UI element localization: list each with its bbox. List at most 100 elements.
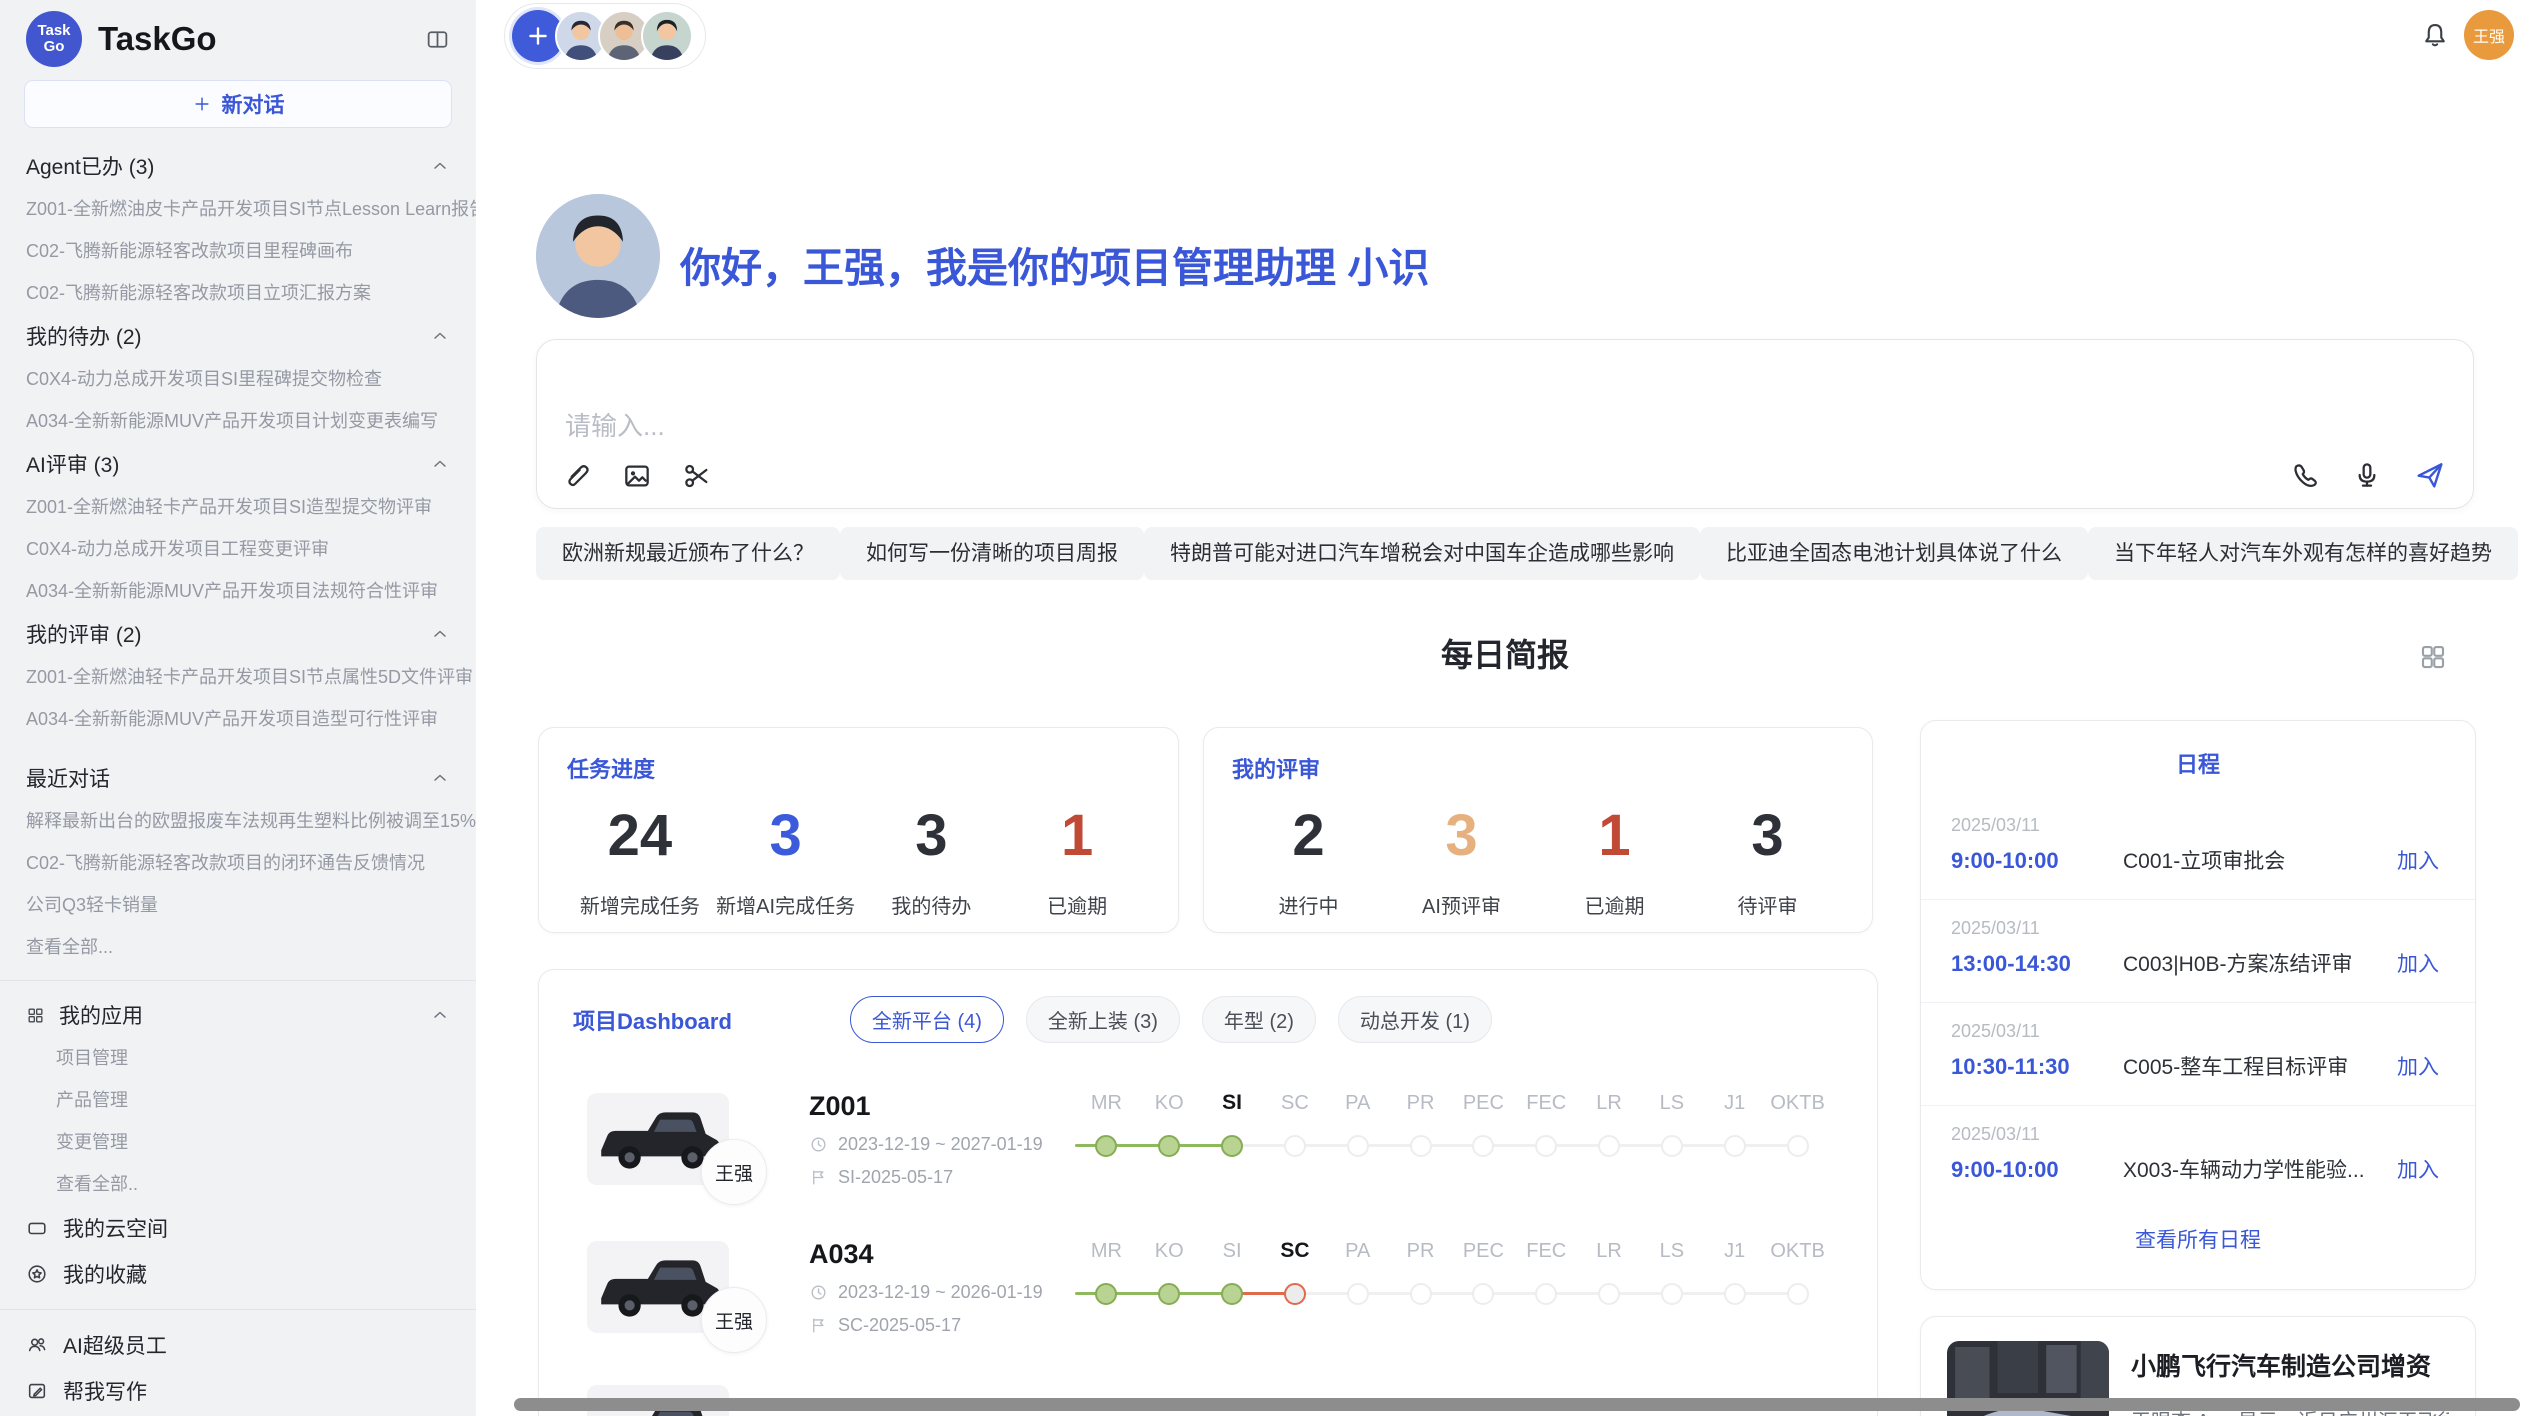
event-join-link[interactable]: 加入 (2397, 845, 2439, 875)
sidebar-item[interactable]: C0X4-动力总成开发项目SI里程碑提交物检查 (0, 358, 476, 400)
stat-value: 24 (567, 804, 713, 868)
view-all-schedule-link[interactable]: 查看所有日程 (1921, 1224, 2475, 1254)
sidebar-item[interactable]: Z001-全新燃油轻卡产品开发项目SI节点属性5D文件评审 (0, 656, 476, 698)
send-icon[interactable] (2413, 458, 2447, 492)
milestone-label: FEC (1515, 1235, 1578, 1267)
sidebar-link[interactable]: 我的云空间 (0, 1205, 476, 1251)
sidebar-item[interactable]: 解释最新出台的欧盟报废车法规再生塑料比例被调至15%... (0, 800, 476, 842)
sidebar-item[interactable]: Z001-全新燃油轻卡产品开发项目SI造型提交物评审 (0, 486, 476, 528)
divider (0, 980, 476, 981)
new-chat-button[interactable]: 新对话 (24, 80, 452, 128)
stat-label: 进行中 (1232, 890, 1385, 919)
sidebar-section-header[interactable]: 我的待办 (2) (0, 314, 476, 358)
sidebar-item[interactable]: 查看全部... (0, 926, 476, 968)
stat: 3 AI预评审 (1385, 804, 1538, 919)
cloud-icon (26, 1217, 48, 1239)
sidebar-item[interactable]: C02-飞腾新能源轻客改款项目的闭环通告反馈情况 (0, 842, 476, 884)
sidebar-section-header[interactable]: 我的评审 (2) (0, 612, 476, 656)
project-rows: 王强 Z001 2023-12-19 ~ 2027-01-19 SI-2025-… (539, 1087, 1877, 1416)
notifications-bell-icon[interactable] (2420, 20, 2450, 50)
sidebar-item[interactable]: 项目管理 (0, 1037, 476, 1079)
suggestion-chip[interactable]: 如何写一份清晰的项目周报 (840, 527, 1144, 580)
event-time: 10:30-11:30 (1951, 1054, 2123, 1080)
milestone-node (1221, 1135, 1243, 1157)
sidebar-item[interactable]: 产品管理 (0, 1079, 476, 1121)
section-title: AI评审 (3) (26, 449, 119, 479)
sidebar-item[interactable]: C02-飞腾新能源轻客改款项目立项汇报方案 (0, 272, 476, 314)
milestone-node (1472, 1135, 1494, 1157)
chevron-up-icon[interactable] (430, 768, 450, 788)
dashboard-tab[interactable]: 全新上装 (3) (1026, 996, 1180, 1043)
suggestion-chip[interactable]: 当下年轻人对汽车外观有怎样的喜好趋势 (2088, 527, 2518, 580)
project-milestone-date: SI-2025-05-17 (838, 1167, 953, 1188)
paperclip-icon[interactable] (561, 460, 593, 492)
stat-card-title: 我的评审 (1232, 752, 1844, 784)
sidebar-section-header[interactable]: 最近对话 (0, 756, 476, 800)
scissors-icon[interactable] (681, 460, 713, 492)
chevron-up-icon[interactable] (430, 624, 450, 644)
chevron-up-icon[interactable] (430, 326, 450, 346)
divider (0, 1309, 476, 1310)
project-info: A034 2023-12-19 ~ 2026-01-19 SC-2025-05-… (809, 1239, 1061, 1336)
sidebar-link[interactable]: AI超级员工 (0, 1322, 476, 1368)
sidebar-section: 我的评审 (2) Z001-全新燃油轻卡产品开发项目SI节点属性5D文件评审 A… (0, 612, 476, 740)
project-info: Z001 2023-12-19 ~ 2027-01-19 SI-2025-05-… (809, 1091, 1061, 1188)
chevron-up-icon[interactable] (430, 1005, 450, 1025)
horizontal-scrollbar[interactable] (514, 1398, 2520, 1411)
user-avatar[interactable]: 王强 (2464, 10, 2514, 60)
suggestion-chip[interactable]: 欧洲新规最近颁布了什么？ (536, 527, 840, 580)
sidebar-item[interactable]: 变更管理 (0, 1121, 476, 1163)
event-join-link[interactable]: 加入 (2397, 1051, 2439, 1081)
sidebar-section-header[interactable]: 我的应用 (0, 993, 476, 1037)
sidebar-item[interactable]: 查看全部.. (0, 1163, 476, 1205)
sidebar-link[interactable]: 帮我写作 (0, 1368, 476, 1414)
sidebar-item[interactable]: Z001-全新燃油皮卡产品开发项目SI节点Lesson Learn报告 (0, 188, 476, 230)
event-join-link[interactable]: 加入 (2397, 1154, 2439, 1184)
message-composer[interactable]: 请输入... (536, 339, 2474, 509)
sidebar-item[interactable]: A034-全新新能源MUV产品开发项目法规符合性评审 (0, 570, 476, 612)
stat-value: 3 (713, 804, 859, 868)
sidebar-section-header[interactable]: Agent已办 (3) (0, 144, 476, 188)
image-icon[interactable] (621, 460, 653, 492)
sidebar-item[interactable]: A034-全新新能源MUV产品开发项目计划变更表编写 (0, 400, 476, 442)
chevron-up-icon[interactable] (430, 454, 450, 474)
sidebar-item[interactable]: C0X4-动力总成开发项目工程变更评审 (0, 528, 476, 570)
sidebar-item[interactable]: C02-飞腾新能源轻客改款项目里程碑画布 (0, 230, 476, 272)
dashboard-tab[interactable]: 动总开发 (1) (1338, 996, 1492, 1043)
sidebar-link-label: 我的收藏 (63, 1259, 147, 1289)
section-title: 我的应用 (59, 1000, 143, 1030)
milestone: FEC (1515, 1087, 1578, 1191)
sidebar-link[interactable]: 我的收藏 (0, 1251, 476, 1297)
composer-placeholder: 请输入... (565, 406, 665, 443)
sidebar-item[interactable]: 公司Q3轻卡销量 (0, 884, 476, 926)
layout-grid-icon[interactable] (2418, 642, 2448, 672)
stat-value: 1 (1538, 804, 1691, 868)
project-owner-badge: 王强 (701, 1139, 767, 1205)
stat-label: 已逾期 (1004, 890, 1150, 919)
collapse-sidebar-icon[interactable] (425, 27, 450, 52)
project-row[interactable]: 王强 Z001 2023-12-19 ~ 2027-01-19 SI-2025-… (539, 1087, 1877, 1191)
agent-avatar[interactable] (641, 10, 693, 62)
milestone-label: LS (1640, 1235, 1703, 1267)
chevron-up-icon[interactable] (430, 156, 450, 176)
suggestion-chip[interactable]: 特朗普可能对进口汽车增税会对中国车企造成哪些影响 (1144, 527, 1700, 580)
phone-icon[interactable] (2289, 459, 2321, 491)
microphone-icon[interactable] (2351, 459, 2383, 491)
dashboard-tab[interactable]: 全新平台 (4) (850, 996, 1004, 1043)
project-row[interactable]: 王强 A034 2023-12-19 ~ 2026-01-19 SC-2025-… (539, 1235, 1877, 1339)
event-date: 2025/03/11 (1951, 1124, 2439, 1145)
event-join-link[interactable]: 加入 (2397, 948, 2439, 978)
milestone-label: KO (1138, 1235, 1201, 1267)
dashboard-tab[interactable]: 年型 (2) (1202, 996, 1316, 1043)
suggestion-chip[interactable]: 比亚迪全固态电池计划具体说了什么 (1700, 527, 2088, 580)
sidebar-item[interactable]: A034-全新新能源MUV产品开发项目造型可行性评审 (0, 698, 476, 740)
task-progress-card: 任务进度 24 新增完成任务 3 新增AI完成任务 3 我的待办 1 已逾期 (538, 727, 1179, 933)
sidebar-section-header[interactable]: AI评审 (3) (0, 442, 476, 486)
milestone: MR (1075, 1235, 1138, 1339)
milestone-label: J1 (1703, 1235, 1766, 1267)
milestone: LR (1578, 1235, 1641, 1339)
milestone-label: MR (1075, 1087, 1138, 1119)
stat: 3 新增AI完成任务 (713, 804, 859, 919)
section-title: Agent已办 (3) (26, 151, 154, 181)
my-reviews-card: 我的评审 2 进行中 3 AI预评审 1 已逾期 3 待评审 (1203, 727, 1873, 933)
